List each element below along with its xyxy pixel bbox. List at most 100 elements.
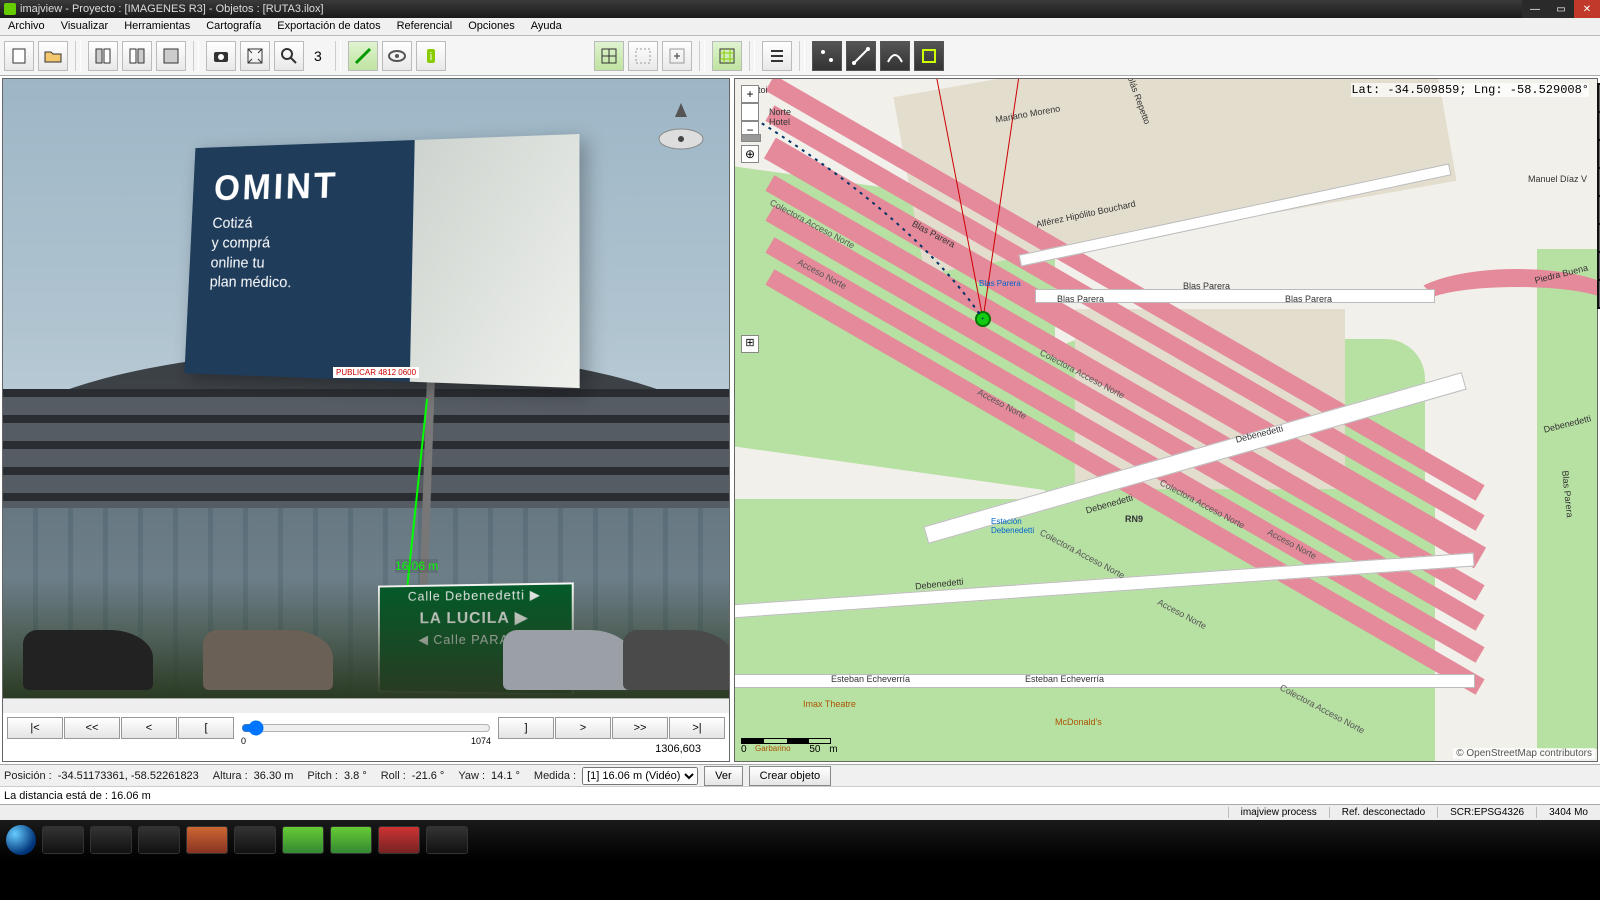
pitch-label: Pitch : — [307, 770, 338, 782]
menu-archivo[interactable]: Archivo — [0, 18, 53, 35]
ref-cell: Ref. desconectado — [1329, 807, 1437, 818]
layout-3-button[interactable] — [156, 41, 186, 71]
billboard: OMINT Cotizá y comprá online tu plan méd… — [184, 134, 579, 388]
map-scalebar: 0 50 m — [741, 738, 838, 755]
layout-2-button[interactable] — [122, 41, 152, 71]
window-minimize-button[interactable]: — — [1522, 0, 1548, 18]
map-sync-button[interactable] — [712, 41, 742, 71]
camera-button[interactable] — [206, 41, 236, 71]
window-title: imajview - Proyecto : [IMAGENES R3] - Ob… — [20, 3, 324, 15]
map-label: Esteban Echeverría — [1025, 674, 1104, 684]
taskbar-item[interactable] — [186, 826, 228, 854]
start-button[interactable] — [6, 825, 36, 855]
layout-1-button[interactable] — [88, 41, 118, 71]
map-view[interactable]: Autoi Norte Hotel Mariano Moreno Nicolás… — [735, 79, 1597, 761]
map-label: Norte Hotel — [769, 107, 791, 127]
menubar: Archivo Visualizar Herramientas Cartogra… — [0, 18, 1600, 36]
menu-herramientas[interactable]: Herramientas — [116, 18, 198, 35]
grid-plus-button[interactable] — [662, 41, 692, 71]
toolbar-number-badge: 3 — [314, 48, 322, 64]
fit-button[interactable] — [240, 41, 270, 71]
taskbar-item[interactable] — [90, 826, 132, 854]
zoom-slider[interactable] — [741, 103, 759, 121]
taskbar-item[interactable] — [330, 826, 372, 854]
map-label: Imax Theatre — [803, 699, 856, 709]
bottom-statusbar: imajview process Ref. desconectado SCR:E… — [0, 804, 1600, 820]
zoom-in-button[interactable]: + — [741, 85, 759, 103]
open-button[interactable] — [38, 41, 68, 71]
status-bar: Posición : -34.51173361, -58.52261823 Al… — [0, 764, 1600, 786]
map-label: Blas Parera — [979, 279, 1021, 288]
nav-prev2-button[interactable]: << — [64, 717, 120, 739]
roll-value: -21.6 ° — [412, 770, 445, 782]
menu-exportacion[interactable]: Exportación de datos — [269, 18, 388, 35]
menu-cartografia[interactable]: Cartografía — [198, 18, 269, 35]
taskbar-item[interactable] — [234, 826, 276, 854]
map-panel: Autoi Norte Hotel Mariano Moreno Nicolás… — [734, 78, 1598, 762]
crear-objeto-button[interactable]: Crear objeto — [749, 766, 832, 786]
polygon-tool-button[interactable] — [914, 41, 944, 71]
svg-text:i: i — [430, 51, 432, 63]
distance-text: La distancia está de : 16.06 m — [4, 790, 151, 802]
menu-referencial[interactable]: Referencial — [389, 18, 461, 35]
map-label: Esteban Echeverría — [831, 674, 910, 684]
photo-panel: OMINT Cotizá y comprá online tu plan méd… — [2, 78, 730, 762]
os-taskbar — [0, 820, 1600, 860]
new-button[interactable] — [4, 41, 34, 71]
nav-last-button[interactable]: >| — [669, 717, 725, 739]
line-tool-button[interactable] — [846, 41, 876, 71]
frame-slider[interactable] — [241, 720, 491, 736]
nav-next-button[interactable]: > — [555, 717, 611, 739]
map-label: Estación Debenedetti — [991, 517, 1034, 535]
taskbar-item[interactable] — [282, 826, 324, 854]
altura-value: 36.30 m — [254, 770, 294, 782]
taskbar-item[interactable] — [426, 826, 468, 854]
photo-horizontal-scrollbar[interactable] — [3, 698, 729, 713]
point-tool-button[interactable] — [812, 41, 842, 71]
slider-max-label: 1074 — [471, 736, 491, 746]
menu-opciones[interactable]: Opciones — [460, 18, 522, 35]
street-photo-view[interactable]: OMINT Cotizá y comprá online tu plan méd… — [3, 79, 729, 698]
altura-label: Altura : — [213, 770, 248, 782]
compass-icon[interactable] — [651, 99, 711, 159]
nav-bracket-open-button[interactable]: [ — [178, 717, 234, 739]
posicion-value: -34.51173361, -58.52261823 — [58, 770, 199, 782]
zoom-world-button[interactable]: ⊕ — [741, 145, 759, 163]
yaw-value: 14.1 ° — [491, 770, 520, 782]
nav-next2-button[interactable]: >> — [612, 717, 668, 739]
main-toolbar: 3 i — [0, 36, 1600, 76]
medida-select[interactable]: [1] 16.06 m (Vidéo) — [582, 767, 698, 785]
taskbar-item[interactable] — [378, 826, 420, 854]
map-label: Blas Parera — [1057, 294, 1104, 304]
distance-strip: La distancia está de : 16.06 m — [0, 786, 1600, 804]
window-close-button[interactable]: ✕ — [1574, 0, 1600, 18]
billboard-footer: PUBLICAR 4812 0600 — [333, 367, 419, 378]
map-label: Blas Parera — [1285, 294, 1332, 304]
scr-cell: SCR:EPSG4326 — [1437, 807, 1536, 818]
menu-ayuda[interactable]: Ayuda — [523, 18, 570, 35]
medida-label: Medida : — [534, 770, 576, 782]
list-button[interactable] — [762, 41, 792, 71]
taskbar-item[interactable] — [42, 826, 84, 854]
arc-tool-button[interactable] — [880, 41, 910, 71]
map-label: Blas Parera — [1183, 281, 1230, 291]
measure-line-button[interactable] — [348, 41, 378, 71]
map-layers-button[interactable]: ⊞ — [741, 335, 759, 353]
posicion-label: Posición : — [4, 770, 52, 782]
menu-visualizar[interactable]: Visualizar — [53, 18, 117, 35]
visibility-button[interactable] — [382, 41, 412, 71]
grid-dashed-button[interactable] — [628, 41, 658, 71]
taskbar-item[interactable] — [138, 826, 180, 854]
nav-first-button[interactable]: |< — [7, 717, 63, 739]
window-maximize-button[interactable]: ▭ — [1548, 0, 1574, 18]
mem-cell: 3404 Mo — [1536, 807, 1600, 818]
zoom-button[interactable] — [274, 41, 304, 71]
reticle-button[interactable] — [594, 41, 624, 71]
nav-bracket-close-button[interactable]: ] — [498, 717, 554, 739]
nav-prev-button[interactable]: < — [121, 717, 177, 739]
map-attribution: © OpenStreetMap contributors — [1453, 748, 1595, 759]
ver-button[interactable]: Ver — [704, 766, 743, 786]
process-cell: imajview process — [1228, 807, 1329, 818]
info-button[interactable]: i — [416, 41, 446, 71]
map-label: McDonald's — [1055, 717, 1102, 727]
